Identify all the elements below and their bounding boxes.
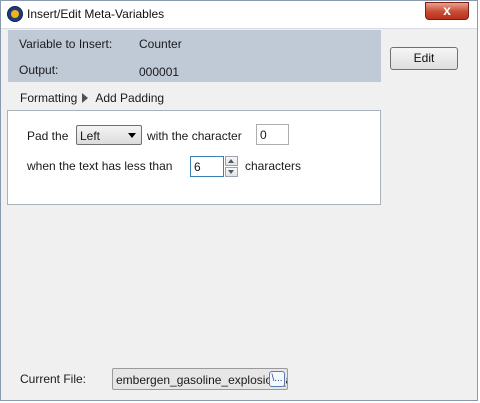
pad-side-select[interactable]: Left [76,125,142,145]
dropdown-arrow-icon [128,133,136,138]
current-file-field[interactable]: embergen_gasoline_explosion_a \... [112,368,288,390]
browse-file-icon[interactable]: \... [269,371,285,387]
window-title: Insert/Edit Meta-Variables [27,7,165,21]
pad-side-value: Left [80,129,101,143]
close-icon: x [443,2,451,18]
with-character-label: with the character [147,129,242,143]
when-text-less-than-label: when the text has less than [27,159,173,173]
breadcrumb: Formatting Add Padding [20,90,164,106]
pad-length-input[interactable]: 6 [190,156,224,177]
pad-character-input[interactable] [256,124,289,145]
breadcrumb-add-padding: Add Padding [95,90,165,105]
output-label: Output: [19,63,59,77]
spin-down-icon[interactable] [225,167,238,177]
edit-button[interactable]: Edit [390,47,458,70]
app-icon [7,6,23,22]
breadcrumb-formatting[interactable]: Formatting [20,91,77,105]
pad-the-label: Pad the [27,129,69,143]
title-bar[interactable]: Insert/Edit Meta-Variables x [1,1,477,29]
current-file-value: embergen_gasoline_explosion_a [116,373,288,387]
variable-to-insert-label: Variable to Insert: [19,37,113,51]
close-button[interactable]: x [425,2,469,20]
output-value: 000001 [139,65,180,79]
variable-to-insert-value: Counter [139,37,182,51]
pad-length-stepper[interactable] [225,156,238,177]
variable-info-panel: Variable to Insert: Counter Output: 0000… [8,30,381,82]
characters-label: characters [245,159,302,173]
dialog-window: Insert/Edit Meta-Variables x Variable to… [0,0,478,401]
pad-length-value: 6 [194,160,201,174]
add-padding-panel: Pad the Left with the character when the… [7,110,381,205]
current-file-label: Current File: [20,372,87,386]
breadcrumb-arrow-icon [82,92,89,103]
spin-up-icon[interactable] [225,156,238,166]
